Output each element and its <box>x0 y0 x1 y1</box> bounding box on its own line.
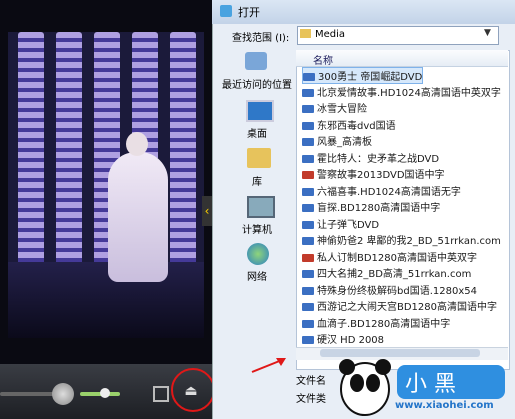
file-name: 东邪西毒dvd国语 <box>317 120 396 132</box>
list-item[interactable]: 硬汉 HD 2008 <box>302 331 384 346</box>
list-item[interactable]: 血滴子.BD1280高清国语中字 <box>302 315 450 330</box>
annotation-arrow-icon <box>251 358 286 373</box>
list-item[interactable]: 风暴_高清板 <box>302 133 372 148</box>
video-file-icon <box>302 88 314 97</box>
folder-icon <box>300 29 311 38</box>
place-library[interactable]: 库 <box>222 173 292 188</box>
file-name: 300勇士 帝国崛起DVD <box>318 72 423 83</box>
stage-light <box>18 32 44 292</box>
performer <box>108 152 168 282</box>
video-file-icon <box>302 121 314 130</box>
dialog-app-icon <box>220 5 232 17</box>
chevron-down-icon[interactable]: ▼ <box>484 28 491 38</box>
file-name: 硬汉 HD 2008 <box>317 335 385 346</box>
stage-light <box>56 32 82 292</box>
video-file-icon <box>302 286 314 295</box>
video-file-icon <box>302 171 314 179</box>
list-item[interactable]: 私人订制BD1280高清国语中英双字 <box>302 249 477 264</box>
column-header-name[interactable]: 名称 <box>313 52 333 67</box>
file-name: 北京爱情故事.HD1024高清国语中英双字 <box>317 87 501 99</box>
place-computer[interactable]: 计算机 <box>222 221 292 236</box>
list-item[interactable]: 西游记之大闹天宫BD1280高清国语中字 <box>302 298 497 313</box>
volume-icon[interactable] <box>52 383 74 405</box>
file-name: 冰雪大冒险 <box>317 104 367 115</box>
stage-floor <box>8 262 204 338</box>
video-file-icon <box>302 319 314 328</box>
panel-collapse-arrow-icon[interactable]: ‹ <box>202 196 212 226</box>
file-name: 六福喜事.HD1024高清国语无字 <box>317 186 461 198</box>
place-network[interactable]: 网络 <box>222 268 292 283</box>
list-item[interactable]: 六福喜事.HD1024高清国语无字 <box>302 183 461 198</box>
file-name: 风暴_高清板 <box>317 137 372 148</box>
file-name: 盲探.BD1280高清国语中字 <box>317 203 441 214</box>
file-name: 警察故事2013DVD国语中字 <box>317 170 445 181</box>
file-name: 西游记之大闹天宫BD1280高清国语中字 <box>317 302 498 313</box>
file-name: 霍比特人：史矛革之战DVD <box>317 153 440 165</box>
file-name: 私人订制BD1280高清国语中英双字 <box>317 252 478 264</box>
list-item[interactable]: 警察故事2013DVD国语中字 <box>302 166 445 181</box>
list-item[interactable]: 冰雪大冒险 <box>302 100 367 115</box>
video-file-icon <box>303 73 315 81</box>
volume-knob[interactable] <box>100 388 110 398</box>
list-item[interactable]: 霍比特人：史矛革之战DVD <box>302 150 439 165</box>
dialog-title: 打开 <box>238 6 260 19</box>
video-file-icon <box>302 253 314 262</box>
performer-head <box>126 132 148 156</box>
computer-icon[interactable] <box>247 196 275 218</box>
watermark-url: www.xiaohei.com <box>395 400 494 411</box>
list-item[interactable]: 北京爱情故事.HD1024高清国语中英双字 <box>302 84 501 99</box>
list-item[interactable]: 四大名捕2_BD高清_51rrkan.com <box>302 265 471 280</box>
list-item[interactable]: 特殊身份终极解码bd国语.1280x54 <box>302 282 477 297</box>
video-file-icon <box>302 303 314 311</box>
file-name: 让子弹飞DVD <box>317 219 380 231</box>
video-file-icon <box>302 187 314 196</box>
list-item[interactable]: 东邪西毒dvd国语 <box>302 117 396 132</box>
recent-places-icon[interactable] <box>245 52 267 70</box>
stage-light <box>170 32 196 292</box>
network-icon[interactable] <box>247 243 269 265</box>
video-file-icon <box>302 237 314 245</box>
place-recent[interactable]: 最近访问的位置 <box>222 76 292 91</box>
look-in-label: 查找范围 (I): <box>232 33 290 44</box>
video-file-icon <box>302 138 314 146</box>
file-name: 神偷奶爸2 卑鄙的我2_BD_51rrkan.com <box>317 236 501 247</box>
video-file-icon <box>302 270 314 278</box>
annotation-circle <box>171 368 215 412</box>
video-file-icon <box>302 220 314 229</box>
place-desktop[interactable]: 桌面 <box>222 125 292 140</box>
video-file-icon <box>302 204 314 212</box>
list-item[interactable]: 让子弹飞DVD <box>302 216 379 231</box>
video-frame[interactable] <box>8 32 204 338</box>
file-name: 四大名捕2_BD高清_51rrkan.com <box>317 269 472 280</box>
media-player: ‹ <box>0 0 212 419</box>
file-name-label: 文件名 <box>296 376 326 387</box>
file-name: 血滴子.BD1280高清国语中字 <box>317 318 451 330</box>
list-item[interactable]: 神偷奶爸2 卑鄙的我2_BD_51rrkan.com <box>302 232 501 247</box>
file-type-label: 文件类 <box>296 394 326 405</box>
video-file-icon <box>302 105 314 113</box>
video-file-icon <box>302 336 314 344</box>
library-icon[interactable] <box>247 148 271 168</box>
file-name: 特殊身份终极解码bd国语.1280x54 <box>317 285 477 297</box>
list-item[interactable]: 300勇士 帝国崛起DVD <box>302 67 424 84</box>
list-item[interactable]: 盲探.BD1280高清国语中字 <box>302 199 440 214</box>
fullscreen-icon[interactable] <box>153 386 169 402</box>
video-file-icon <box>302 154 314 163</box>
svg-text:小 黑: 小 黑 <box>405 372 456 397</box>
desktop-icon[interactable] <box>246 100 274 122</box>
look-in-value: Media <box>315 29 346 40</box>
